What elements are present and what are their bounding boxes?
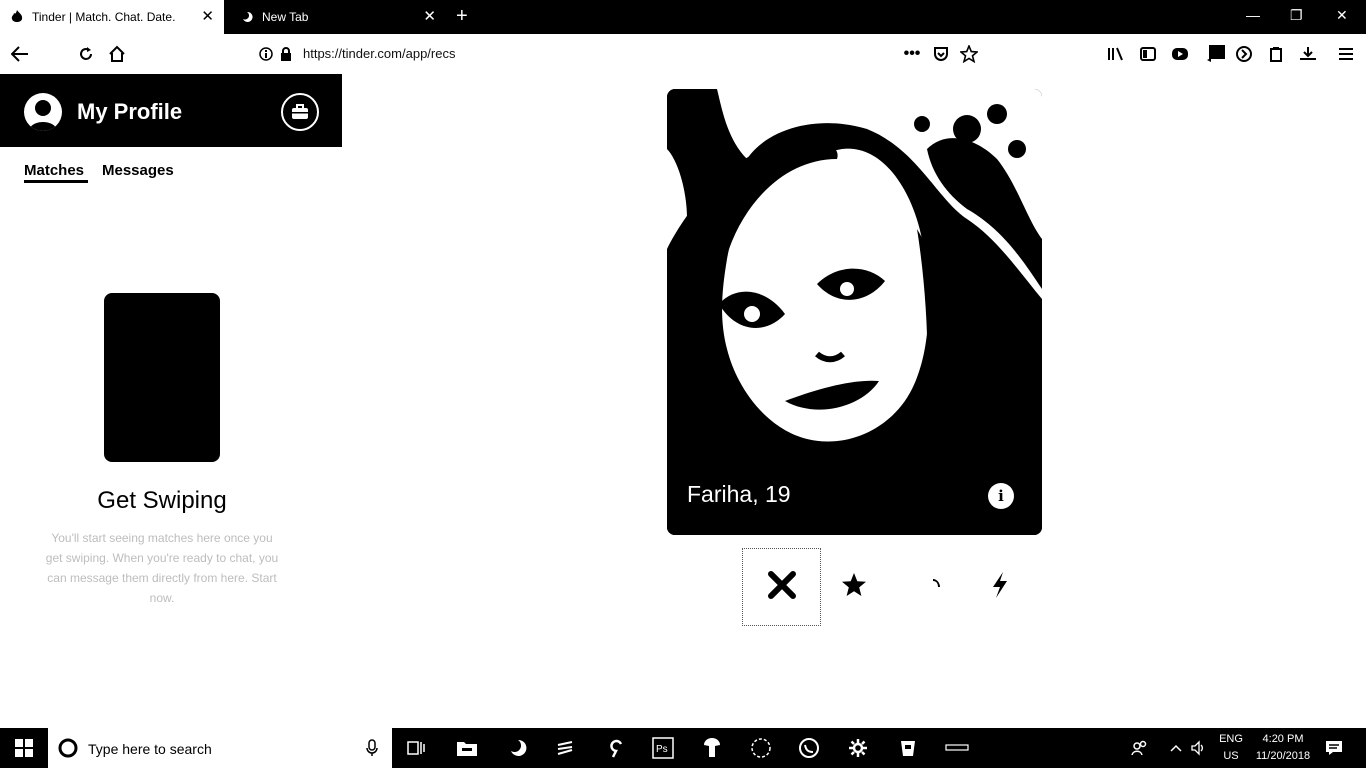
firefox-taskbar-icon[interactable] <box>506 736 530 760</box>
boost-button[interactable] <box>986 548 1014 626</box>
sidebar-toggle-icon[interactable] <box>1136 42 1160 66</box>
minimize-icon[interactable]: — <box>1246 7 1260 23</box>
chevron-up-icon[interactable] <box>1164 736 1188 760</box>
lightning-icon <box>991 571 1009 604</box>
like-button[interactable] <box>920 548 950 626</box>
close-tab-icon[interactable]: ✕ <box>201 9 214 24</box>
hamburger-menu-icon[interactable] <box>1334 42 1358 66</box>
avatar[interactable] <box>24 93 62 131</box>
empty-matches-illustration <box>104 293 220 462</box>
whatsapp-icon[interactable] <box>797 736 821 760</box>
info-icon[interactable]: i <box>988 483 1014 509</box>
app-icon[interactable] <box>896 736 920 760</box>
lock-icon[interactable] <box>274 42 298 66</box>
url-bar[interactable]: https://tinder.com/app/recs <box>303 46 455 61</box>
microphone-icon[interactable] <box>360 736 384 760</box>
close-x-icon <box>767 570 797 605</box>
library-icon[interactable] <box>1104 42 1128 66</box>
file-explorer-icon[interactable] <box>455 736 479 760</box>
profile-photo <box>667 89 1042 535</box>
clipboard-icon[interactable] <box>1264 42 1288 66</box>
windows-start-icon[interactable] <box>12 736 36 760</box>
close-tab-icon[interactable]: ✕ <box>423 9 436 24</box>
app-icon[interactable] <box>749 736 773 760</box>
reload-icon[interactable] <box>74 42 98 66</box>
photoshop-icon[interactable]: Ps <box>651 736 675 760</box>
app-icon[interactable] <box>553 736 577 760</box>
language-indicator[interactable]: ENG <box>1216 733 1246 745</box>
back-arrow-icon[interactable] <box>8 42 32 66</box>
tab-title: New Tab <box>262 10 309 24</box>
app-icon[interactable] <box>605 736 629 760</box>
close-window-icon[interactable]: ✕ <box>1336 7 1348 24</box>
page-actions-icon[interactable]: ••• <box>900 42 924 66</box>
pocket-icon[interactable] <box>929 42 953 66</box>
browser-tabstrip: Tinder | Match. Chat. Date. ✕ New Tab ✕ … <box>0 0 1366 34</box>
tab-matches[interactable]: Matches <box>24 162 84 179</box>
browser-navbar: https://tinder.com/app/recs ••• <box>0 34 1366 74</box>
tab-title: Tinder | Match. Chat. Date. <box>32 10 176 24</box>
extension-icon[interactable] <box>1232 42 1256 66</box>
task-view-icon[interactable] <box>404 736 428 760</box>
notifications-icon[interactable] <box>1322 736 1346 760</box>
home-icon[interactable] <box>105 42 129 66</box>
tab-new-tab[interactable]: New Tab ✕ <box>230 0 446 34</box>
svg-text:Ps: Ps <box>656 744 668 755</box>
briefcase-icon[interactable] <box>281 93 319 131</box>
extension-icon[interactable] <box>1168 42 1192 66</box>
taskbar-search-placeholder[interactable]: Type here to search <box>88 741 212 757</box>
my-profile-title[interactable]: My Profile <box>77 99 182 125</box>
download-icon[interactable] <box>1296 42 1320 66</box>
clock-time[interactable]: 4:20 PM <box>1252 733 1314 745</box>
profile-card[interactable]: Fariha, 19 i <box>667 89 1042 535</box>
tinder-flame-icon <box>10 10 24 24</box>
firefox-icon <box>240 10 254 24</box>
app-icon[interactable] <box>945 736 969 760</box>
restore-icon[interactable]: ❐ <box>1290 7 1303 24</box>
tab-tinder[interactable]: Tinder | Match. Chat. Date. ✕ <box>0 0 224 34</box>
empty-state-description: You'll start seeing matches here once yo… <box>45 531 279 605</box>
heart-icon <box>925 575 945 600</box>
cortana-icon[interactable] <box>56 736 80 760</box>
clock-date[interactable]: 11/20/2018 <box>1250 750 1316 762</box>
people-icon[interactable] <box>1128 736 1152 760</box>
active-tab-indicator <box>24 180 88 183</box>
app-icon[interactable] <box>700 736 724 760</box>
empty-state-title: Get Swiping <box>97 487 227 514</box>
nope-button[interactable] <box>742 548 821 626</box>
extension-icon[interactable] <box>1204 42 1228 66</box>
profile-name-age: Fariha, 19 <box>687 481 791 507</box>
new-tab-plus-icon[interactable]: + <box>456 5 468 27</box>
tab-messages[interactable]: Messages <box>102 162 174 179</box>
settings-gear-icon[interactable] <box>846 736 870 760</box>
star-icon <box>841 572 867 603</box>
super-like-button[interactable] <box>838 548 870 626</box>
bookmark-star-icon[interactable] <box>957 42 981 66</box>
volume-icon[interactable] <box>1186 736 1210 760</box>
language-region[interactable]: US <box>1216 750 1246 762</box>
